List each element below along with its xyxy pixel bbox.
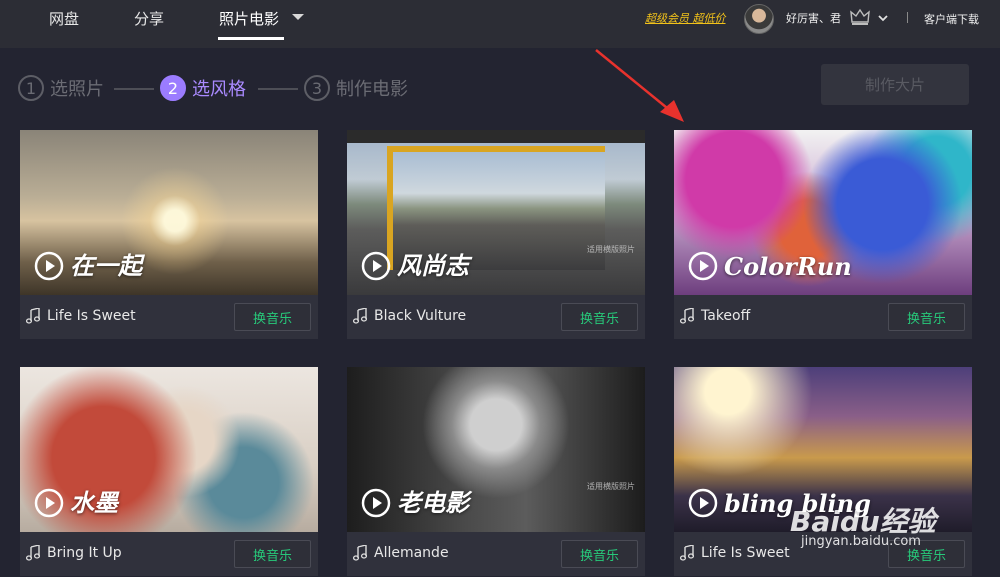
style-title: 风尚志 — [397, 251, 469, 280]
play-icon[interactable] — [34, 488, 64, 518]
landscape-hint: 适用横版照片 — [587, 245, 635, 254]
step-label: 选风格 — [192, 79, 246, 100]
change-music-button[interactable]: 换音乐 — [234, 303, 311, 331]
avatar[interactable] — [744, 4, 774, 34]
change-music-button[interactable]: 换音乐 — [234, 540, 311, 568]
card-footer: Black Vulture 换音乐 — [347, 295, 645, 339]
style-thumbnail[interactable]: 风尚志 适用横版照片 — [347, 130, 645, 295]
client-download-link[interactable]: 客户端下载 — [924, 11, 979, 27]
crown-icon — [850, 8, 870, 25]
style-title: ColorRun — [724, 252, 852, 281]
chevron-down-icon[interactable] — [878, 13, 888, 23]
style-card[interactable]: 老电影 适用横版照片 Allemande 换音乐 — [347, 367, 645, 576]
card-footer: Life Is Sweet 换音乐 — [20, 295, 318, 339]
style-thumbnail[interactable]: 在一起 — [20, 130, 318, 295]
music-note-icon — [26, 308, 40, 324]
music-note-icon — [353, 308, 367, 324]
step-number: 2 — [160, 75, 186, 101]
song-name: Takeoff — [701, 308, 751, 324]
style-thumbnail[interactable]: ColorRun — [674, 130, 972, 295]
style-title: 在一起 — [70, 251, 142, 280]
style-thumbnail[interactable]: 老电影 适用横版照片 — [347, 367, 645, 532]
step-select-style: 2 选风格 — [160, 75, 246, 101]
make-movie-button[interactable]: 制作大片 — [821, 64, 969, 105]
music-note-icon — [353, 545, 367, 561]
song-name: Life Is Sweet — [701, 545, 790, 561]
style-card[interactable]: 在一起 Life Is Sweet 换音乐 — [20, 130, 318, 339]
play-icon[interactable] — [361, 488, 391, 518]
vip-promo-link[interactable]: 超级会员 超低价 — [645, 10, 726, 26]
card-footer: Takeoff 换音乐 — [674, 295, 972, 339]
play-icon[interactable] — [688, 488, 718, 518]
step-label: 制作电影 — [336, 79, 408, 100]
active-nav-underline — [218, 37, 284, 40]
play-icon[interactable] — [34, 251, 64, 281]
change-music-button[interactable]: 换音乐 — [561, 540, 638, 568]
song-name: Black Vulture — [374, 308, 467, 324]
style-card[interactable]: ColorRun Takeoff 换音乐 — [674, 130, 972, 339]
step-make-movie: 3 制作电影 — [304, 75, 408, 101]
song-name: Allemande — [374, 545, 449, 561]
style-thumbnail[interactable]: 水墨 — [20, 367, 318, 532]
watermark-url: jingyan.baidu.com — [801, 534, 921, 549]
nav-netdisk[interactable]: 网盘 — [49, 0, 79, 40]
music-note-icon — [680, 545, 694, 561]
divider — [907, 12, 908, 23]
chevron-down-icon[interactable] — [292, 14, 304, 20]
music-note-icon — [26, 545, 40, 561]
annotation-arrow-icon — [595, 49, 684, 122]
play-icon[interactable] — [688, 251, 718, 281]
card-footer: Allemande 换音乐 — [347, 532, 645, 576]
step-number: 1 — [18, 75, 44, 101]
step-label: 选照片 — [50, 79, 104, 100]
change-music-button[interactable]: 换音乐 — [888, 303, 965, 331]
username[interactable]: 好厉害、君 — [786, 10, 841, 26]
change-music-button[interactable]: 换音乐 — [561, 303, 638, 331]
song-name: Life Is Sweet — [47, 308, 136, 324]
step-number: 3 — [304, 75, 330, 101]
style-card[interactable]: 水墨 Bring It Up 换音乐 — [20, 367, 318, 576]
step-select-photos: 1 选照片 — [18, 75, 104, 101]
step-connector — [258, 88, 298, 90]
play-icon[interactable] — [361, 251, 391, 281]
style-title: 水墨 — [70, 488, 118, 517]
card-footer: Bring It Up 换音乐 — [20, 532, 318, 576]
song-name: Bring It Up — [47, 545, 122, 561]
music-note-icon — [680, 308, 694, 324]
top-nav-bar: 网盘 分享 照片电影 超级会员 超低价 好厉害、君 客户端下载 — [0, 0, 1000, 48]
step-connector — [114, 88, 154, 90]
nav-photo-movie[interactable]: 照片电影 — [219, 0, 279, 40]
style-card[interactable]: 风尚志 适用横版照片 Black Vulture 换音乐 — [347, 130, 645, 339]
landscape-hint: 适用横版照片 — [587, 482, 635, 491]
style-title: 老电影 — [397, 488, 469, 517]
nav-share[interactable]: 分享 — [134, 0, 164, 40]
